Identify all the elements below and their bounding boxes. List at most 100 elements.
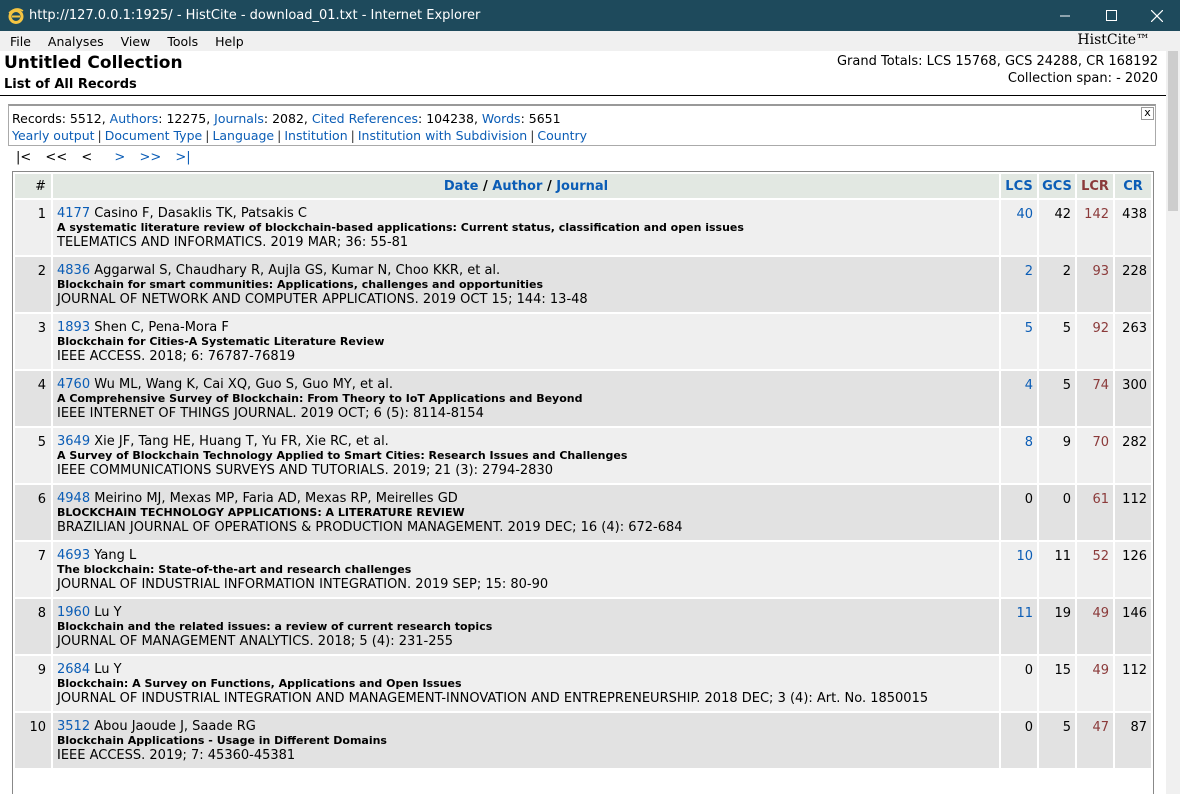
close-window-button[interactable] [1134, 0, 1180, 31]
record-cell: 1893 Shen C, Pena-Mora F Blockchain for C… [53, 314, 999, 369]
authors-link[interactable]: Authors [110, 111, 159, 126]
menu-help[interactable]: Help [208, 34, 251, 49]
gcs-value: 19 [1039, 599, 1075, 654]
lcr-value[interactable]: 93 [1077, 257, 1113, 312]
record-source: JOURNAL OF MANAGEMENT ANALYTICS. 2018; 5… [57, 634, 454, 649]
pager-next[interactable]: > [114, 150, 125, 165]
record-cell: 2684 Lu Y Blockchain: A Survey on Functio… [53, 656, 999, 711]
record-id-link[interactable]: 1893 [57, 320, 90, 335]
record-title: Blockchain for smart communities: Applic… [57, 278, 544, 291]
language-link[interactable]: Language [212, 128, 274, 143]
gcs-value: 0 [1039, 485, 1075, 540]
lcr-value[interactable]: 92 [1077, 314, 1113, 369]
journals-link[interactable]: Journals [214, 111, 264, 126]
menu-view[interactable]: View [114, 34, 158, 49]
record-cell: 1960 Lu Y Blockchain and the related issu… [53, 599, 999, 654]
sort-date-link[interactable]: Date [444, 179, 479, 194]
lcs-value[interactable]: 8 [1001, 428, 1037, 483]
col-number-header: # [15, 174, 51, 198]
sort-gcs-link[interactable]: GCS [1039, 174, 1075, 198]
col-main-header: Date / Author / Journal [53, 174, 999, 198]
cr-value: 300 [1115, 371, 1151, 426]
journals-value: 2082 [272, 111, 304, 126]
records-value: 5512 [69, 111, 102, 126]
cr-value: 438 [1115, 200, 1151, 255]
record-title: A Comprehensive Survey of Blockchain: Fr… [57, 392, 583, 405]
record-id-link[interactable]: 3512 [57, 719, 90, 734]
pager-last[interactable]: >| [175, 150, 190, 165]
record-id-link[interactable]: 3649 [57, 434, 90, 449]
lcs-value[interactable]: 5 [1001, 314, 1037, 369]
words-link[interactable]: Words [482, 111, 521, 126]
window-title-bar: http://127.0.0.1:1925/ - HistCite - down… [0, 0, 1180, 31]
record-authors: Meirino MJ, Mexas MP, Faria AD, Mexas RP… [94, 491, 458, 506]
institution-link[interactable]: Institution [284, 128, 347, 143]
lcr-value[interactable]: 49 [1077, 656, 1113, 711]
table-row: 10 3512 Abou Jaoude J, Saade RG Blockchain… [15, 713, 1151, 768]
stats-panel: Records: 5512, Authors: 12275, Journals:… [8, 104, 1156, 146]
table-row: 9 2684 Lu Y Blockchain: A Survey on Functi… [15, 656, 1151, 711]
record-id-link[interactable]: 4693 [57, 548, 90, 563]
lcs-value[interactable]: 40 [1001, 200, 1037, 255]
menu-tools[interactable]: Tools [160, 34, 205, 49]
header-separator: / [546, 178, 552, 194]
scrollbar-thumb[interactable] [1168, 51, 1178, 211]
minimize-button[interactable] [1042, 0, 1088, 31]
cited-references-link[interactable]: Cited References [312, 111, 418, 126]
record-id-link[interactable]: 4836 [57, 263, 90, 278]
document-type-link[interactable]: Document Type [105, 128, 202, 143]
lcr-value[interactable]: 52 [1077, 542, 1113, 597]
institution-subdivision-link[interactable]: Institution with Subdivision [358, 128, 527, 143]
lcr-value[interactable]: 74 [1077, 371, 1113, 426]
record-id-link[interactable]: 4760 [57, 377, 90, 392]
record-id-link[interactable]: 4948 [57, 491, 90, 506]
record-authors: Lu Y [94, 605, 122, 620]
lcr-value[interactable]: 47 [1077, 713, 1113, 768]
record-source: IEEE INTERNET OF THINGS JOURNAL. 2019 OC… [57, 406, 484, 421]
record-source: IEEE ACCESS. 2019; 7: 45360-45381 [57, 748, 296, 763]
lcr-value[interactable]: 142 [1077, 200, 1113, 255]
pager-prev[interactable]: < [81, 150, 92, 165]
yearly-output-link[interactable]: Yearly output [12, 128, 95, 143]
internet-explorer-icon [8, 7, 24, 24]
sort-lcr-link[interactable]: LCR [1077, 174, 1113, 198]
pager-next-block[interactable]: >> [139, 150, 161, 165]
menu-analyses[interactable]: Analyses [41, 34, 111, 49]
menu-file[interactable]: File [3, 34, 38, 49]
vertical-scrollbar[interactable] [1166, 51, 1180, 794]
lcr-value[interactable]: 70 [1077, 428, 1113, 483]
lcs-value[interactable]: 4 [1001, 371, 1037, 426]
table-row: 7 4693 Yang L The blockchain: State-of-the… [15, 542, 1151, 597]
record-id-link[interactable]: 2684 [57, 662, 90, 677]
lcr-value[interactable]: 61 [1077, 485, 1113, 540]
lcs-value[interactable]: 11 [1001, 599, 1037, 654]
page-subtitle: List of All Records [4, 77, 137, 92]
maximize-button[interactable] [1088, 0, 1134, 31]
country-link[interactable]: Country [537, 128, 587, 143]
lcr-value[interactable]: 49 [1077, 599, 1113, 654]
record-id-link[interactable]: 1960 [57, 605, 90, 620]
record-authors: Lu Y [94, 662, 122, 677]
sort-cr-link[interactable]: CR [1115, 174, 1151, 198]
sort-journal-link[interactable]: Journal [556, 179, 608, 194]
maximize-icon [1105, 10, 1117, 21]
record-id-link[interactable]: 4177 [57, 206, 90, 221]
cr-value: 228 [1115, 257, 1151, 312]
lcs-value: 0 [1001, 713, 1037, 768]
sort-lcs-link[interactable]: LCS [1001, 174, 1037, 198]
window-controls [1042, 0, 1180, 31]
record-title: Blockchain and the related issues: a rev… [57, 620, 493, 633]
gcs-value: 11 [1039, 542, 1075, 597]
collection-title: Untitled Collection [4, 53, 183, 73]
record-source: JOURNAL OF INDUSTRIAL INTEGRATION AND MA… [57, 691, 929, 706]
gcs-value: 42 [1039, 200, 1075, 255]
close-panel-button[interactable]: x [1141, 107, 1154, 120]
sort-author-link[interactable]: Author [492, 179, 542, 194]
pager-first[interactable]: |< [16, 150, 31, 165]
table-row: 6 4948 Meirino MJ, Mexas MP, Faria AD, Me… [15, 485, 1151, 540]
record-title: Blockchain Applications - Usage in Diffe… [57, 734, 387, 747]
lcs-value[interactable]: 10 [1001, 542, 1037, 597]
pager-prev-block[interactable]: << [45, 150, 67, 165]
record-authors: Abou Jaoude J, Saade RG [94, 719, 256, 734]
lcs-value[interactable]: 2 [1001, 257, 1037, 312]
